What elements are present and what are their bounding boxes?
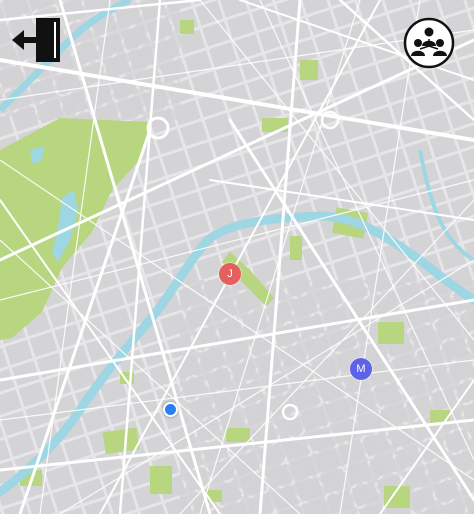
map-canvas[interactable]	[0, 0, 474, 514]
current-location-dot	[163, 402, 178, 417]
group-button[interactable]	[402, 16, 456, 70]
user-marker-j[interactable]: J	[219, 263, 241, 285]
exit-door-icon	[12, 18, 60, 62]
city-blocks-southeast	[180, 280, 474, 514]
group-people-icon	[403, 17, 455, 69]
user-marker-m[interactable]: M	[350, 358, 372, 380]
map-view[interactable]: J M	[0, 0, 474, 514]
exit-button[interactable]	[10, 14, 66, 66]
